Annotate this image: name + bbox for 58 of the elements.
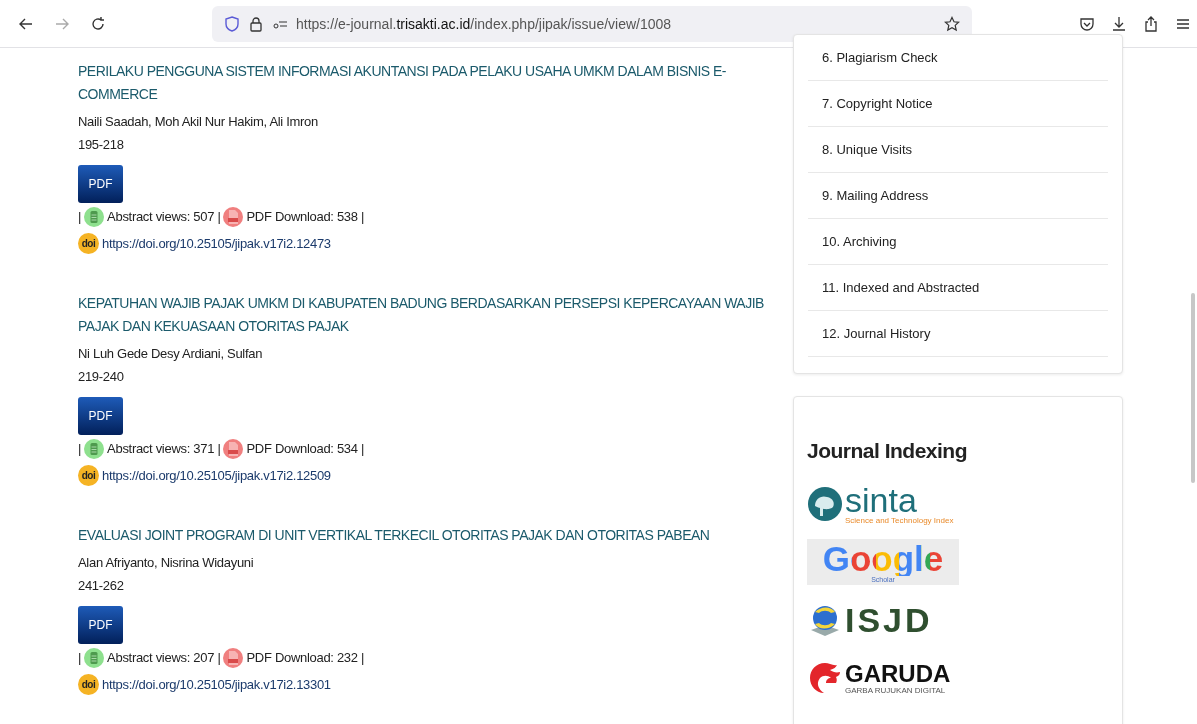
pdf-button[interactable]: PDF [78, 397, 123, 435]
section-heading: Journal Indexing [807, 439, 969, 463]
logo-text[interactable]: GARUDA [845, 661, 951, 686]
pdf-file-icon [223, 438, 244, 459]
document-icon [84, 206, 105, 227]
article-title[interactable]: EVALUASI JOINT PROGRAM DI UNIT VERTIKAL TERKECIL OTORITAS PAJAK DAN OTORITAS PABEAN [78, 524, 710, 547]
document-icon [84, 647, 105, 668]
pocket-icon[interactable] [1079, 15, 1095, 32]
separator: | [78, 441, 82, 456]
pdf-downloads: PDF Download: 232 | [246, 650, 365, 665]
logo-tagline: Science and Technology Index [845, 515, 954, 525]
article-title[interactable]: PERILAKU PENGGUNA SISTEM INFORMASI AKUNTANSI PADA PELAKU USAHA UMKM DALAM BISNIS E-COMMERCE [78, 60, 793, 106]
article-authors: Alan Afriyanto, Nisrina Widayuni [78, 554, 254, 572]
logo-tagline: GARBA RUJUKAN DIGITAL [845, 685, 947, 695]
sidebar-link[interactable]: 12. Journal History [808, 311, 1108, 357]
tree-logo-icon [807, 486, 843, 522]
article-authors: Naili Saadah, Moh Akil Nur Hakim, Ali Imron [78, 113, 318, 131]
pdf-downloads: PDF Download: 538 | [246, 209, 365, 224]
pdf-button[interactable]: PDF [78, 606, 123, 644]
separator: | [78, 650, 82, 665]
url-text[interactable]: https://e-journal.trisakti.ac.id/index.php/jipak/issue/view/1008 [296, 15, 936, 32]
sidebar-link[interactable]: 9. Mailing Address [808, 173, 1108, 219]
address-bar[interactable]: https://e-journal.trisakti.ac.id/index.php/jipak/issue/view/1008 [212, 5, 972, 42]
pdf-downloads: PDF Download: 534 | [246, 441, 365, 456]
page-range: 241-262 [78, 577, 124, 595]
separator: | [78, 209, 82, 224]
pdf-file-icon [223, 206, 244, 227]
doi-badge: doi [78, 465, 99, 486]
doi-link[interactable]: https://doi.org/10.25105/jipak.v17i2.12473 [102, 236, 331, 251]
bird-logo-icon [807, 660, 843, 696]
page-range: 195-218 [78, 136, 124, 154]
sidebar-link[interactable]: 6. Plagiarism Check [808, 35, 1108, 81]
document-icon [84, 438, 105, 459]
doi-link[interactable]: https://doi.org/10.25105/jipak.v17i2.13301 [102, 677, 331, 692]
scrollbar-thumb[interactable] [1191, 293, 1195, 483]
page-range: 219-240 [78, 368, 124, 386]
sidebar-link[interactable]: 8. Unique Visits [808, 127, 1108, 173]
share-icon[interactable] [1143, 15, 1159, 32]
sidebar-link[interactable]: 11. Indexed and Abstracted [808, 265, 1108, 311]
abstract-views: Abstract views: 371 | [107, 441, 221, 456]
abstract-views: Abstract views: 207 | [107, 650, 221, 665]
pdf-button[interactable]: PDF [78, 165, 123, 203]
lock-icon[interactable] [248, 15, 264, 32]
doi-badge: doi [78, 674, 99, 695]
reload-icon[interactable] [90, 15, 106, 32]
pdf-file-icon [223, 647, 244, 668]
download-icon[interactable] [1111, 15, 1127, 32]
doi-link[interactable]: https://doi.org/10.25105/jipak.v17i2.12509 [102, 468, 331, 483]
shield-icon[interactable] [224, 15, 240, 32]
abstract-views: Abstract views: 507 | [107, 209, 221, 224]
sidebar-link[interactable]: 10. Archiving [808, 219, 1108, 265]
article-authors: Ni Luh Gede Desy Ardiani, Sulfan [78, 345, 263, 363]
doi-badge: doi [78, 233, 99, 254]
sidebar-link[interactable]: 7. Copyright Notice [808, 81, 1108, 127]
star-icon[interactable] [944, 15, 960, 32]
logo-text[interactable]: sinta [845, 483, 954, 516]
logo-text[interactable]: ISJD [845, 600, 933, 640]
article-title[interactable]: KEPATUHAN WAJIB PAJAK UMKM DI KABUPATEN BADUNG BERDASARKAN PERSEPSI KEPERCAYAAN WAJIB PAJAK DAN KEKUASAAN OTORITAS PAJAK [78, 292, 793, 338]
